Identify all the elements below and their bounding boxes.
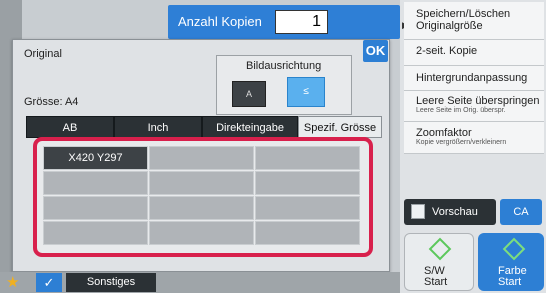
menu-item-duplex[interactable]: 2-seit. Kopie	[404, 40, 544, 66]
dialog-title: Original	[24, 48, 62, 60]
menu-item-label: Leere Seite überspringen	[416, 95, 540, 107]
custom-size-cell[interactable]	[149, 221, 254, 245]
custom-size-cell[interactable]	[43, 171, 148, 195]
check-icon[interactable]: ✓	[36, 273, 62, 292]
menu-item-sublabel: Kopie vergrößern/verkleinern	[416, 139, 507, 146]
orientation-portrait-button[interactable]: A	[232, 81, 266, 107]
menu-item-save-original-size[interactable]: Speichern/Löschen Originalgröße	[404, 2, 544, 40]
other-button[interactable]: Sonstiges	[66, 273, 156, 292]
color-start-label: Farbe Start	[498, 265, 527, 288]
custom-size-cell[interactable]	[255, 221, 360, 245]
bw-start-label: S/W Start	[424, 265, 448, 288]
custom-size-cell[interactable]	[43, 221, 148, 245]
custom-size-cell[interactable]	[255, 146, 360, 170]
orientation-label: Bildausrichtung	[246, 60, 322, 72]
menu-item-label: Zoomfaktor	[416, 127, 472, 139]
orientation-landscape-button[interactable]: ≤	[287, 77, 325, 107]
menu-item-label: 2-seit. Kopie	[416, 45, 478, 57]
custom-size-cell[interactable]	[255, 196, 360, 220]
menu-item-zoom[interactable]: Zoomfaktor Kopie vergrößern/verkleinern	[404, 122, 544, 154]
tab-inch[interactable]: Inch	[114, 116, 202, 138]
clear-all-button[interactable]: CA	[500, 199, 542, 225]
custom-size-grid: X420 Y297	[33, 137, 373, 257]
ok-button[interactable]: OK	[363, 40, 388, 62]
menu-item-skip-blank[interactable]: Leere Seite überspringen Leere Seite im …	[404, 91, 544, 122]
menu-item-label: Hintergrundanpassung	[416, 72, 528, 84]
tab-ab[interactable]: AB	[26, 116, 114, 138]
menu-item-sublabel: Leere Seite im Orig. überspr.	[416, 107, 506, 114]
size-label: Grösse: A4	[24, 96, 79, 108]
copies-input[interactable]: 1	[275, 10, 328, 34]
custom-size-cell[interactable]	[43, 196, 148, 220]
custom-size-cell[interactable]	[255, 171, 360, 195]
custom-size-cell[interactable]	[149, 146, 254, 170]
custom-size-cell[interactable]	[149, 196, 254, 220]
star-icon[interactable]: ★	[6, 273, 19, 291]
preview-icon	[411, 204, 425, 219]
tab-direct-input[interactable]: Direkteingabe	[202, 116, 298, 138]
menu-item-background[interactable]: Hintergrundanpassung	[404, 66, 544, 91]
custom-size-cell[interactable]: X420 Y297	[43, 146, 148, 170]
custom-size-cell[interactable]	[149, 171, 254, 195]
copies-label: Anzahl Kopien	[178, 14, 262, 29]
menu-item-label: Speichern/Löschen Originalgröße	[416, 8, 511, 32]
tab-custom-size[interactable]: Spezif. Grösse	[298, 116, 382, 138]
